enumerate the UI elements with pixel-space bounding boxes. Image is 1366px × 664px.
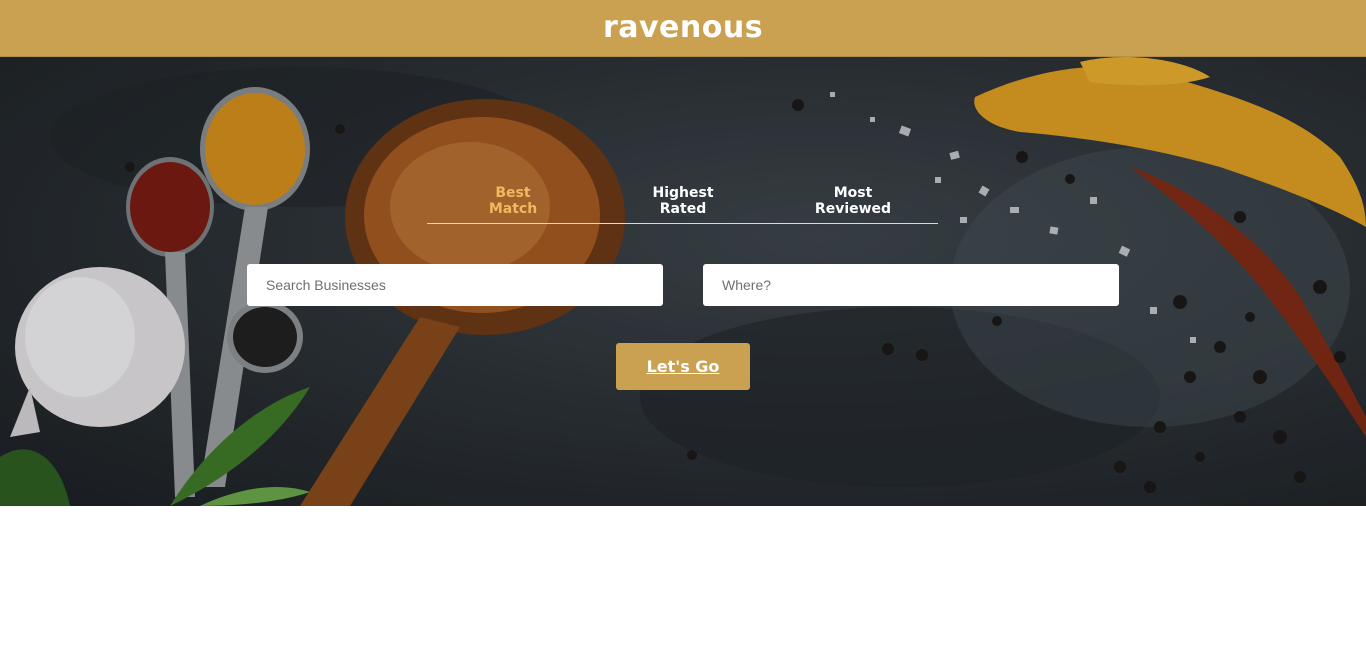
sort-option-label: Match — [488, 201, 538, 217]
sort-option-highest-rated[interactable]: Highest Rated — [623, 185, 743, 217]
hero-background-image — [0, 57, 1366, 506]
sort-option-label: Highest — [652, 185, 714, 201]
sort-option-label: Best — [495, 185, 531, 201]
sort-option-best-match[interactable]: Best Match — [453, 185, 573, 217]
app-header: ravenous — [0, 0, 1366, 57]
app-logo: ravenous — [602, 9, 764, 45]
search-businesses-input[interactable] — [247, 264, 663, 306]
location-input[interactable] — [703, 264, 1119, 306]
lets-go-button[interactable]: Let's Go — [616, 343, 750, 390]
sort-option-label: Rated — [659, 201, 707, 217]
sort-option-most-reviewed[interactable]: Most Reviewed — [793, 185, 913, 217]
results-area — [0, 506, 1366, 664]
sort-options-bar: Best Match Highest Rated Most Reviewed — [427, 185, 938, 224]
search-hero: Best Match Highest Rated Most Reviewed L… — [0, 57, 1366, 506]
sort-option-label: Reviewed — [814, 201, 892, 217]
sort-option-label: Most — [833, 185, 873, 201]
